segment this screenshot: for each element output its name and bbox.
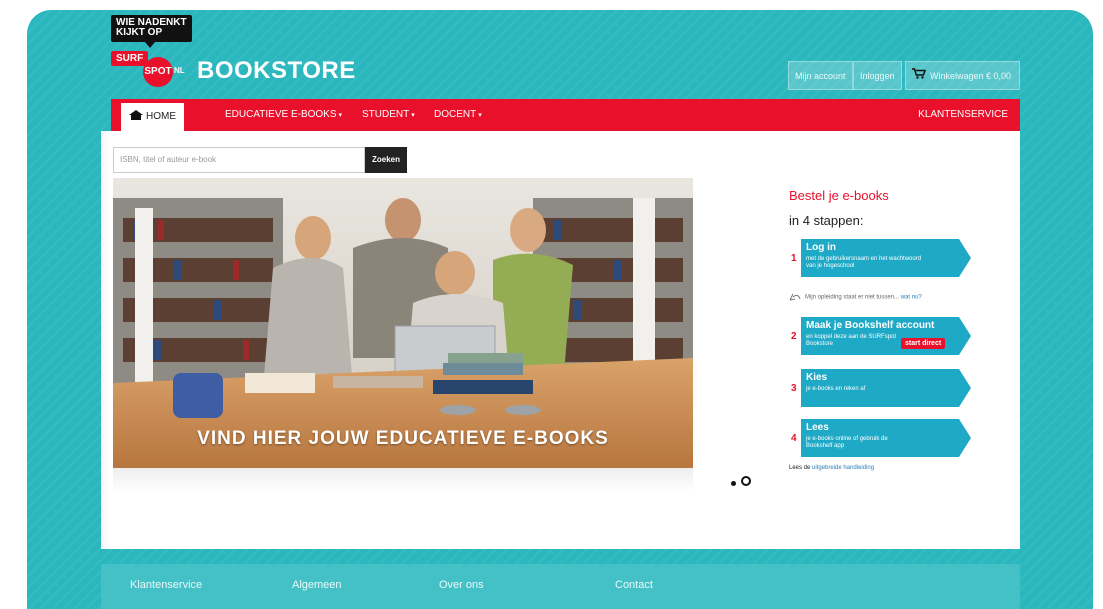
guide-link[interactable]: uitgebreide handleiding: [812, 465, 874, 471]
undo-arrow-icon: [789, 291, 801, 303]
page-frame: WIE NADENKT KIJKT OP SURF SPOT NL BOOKST…: [27, 10, 1093, 609]
step-title: Lees: [806, 422, 829, 433]
slogan-badge: WIE NADENKT KIJKT OP: [111, 15, 192, 48]
search-button[interactable]: Zoeken: [365, 147, 407, 173]
step-number: 3: [791, 383, 797, 394]
guide-text: Lees de: [789, 465, 811, 471]
carousel-dot-2[interactable]: [741, 476, 751, 486]
footer-link-algemeen[interactable]: Algemeen: [292, 579, 342, 591]
nav-home-tab[interactable]: HOME: [121, 103, 184, 131]
my-account-button[interactable]: Mijn account: [788, 61, 853, 90]
logo-surf[interactable]: SURF: [111, 51, 149, 66]
step-kies[interactable]: 3 Kies je e-books en reken af: [789, 369, 971, 407]
chevron-down-icon: ▾: [478, 112, 482, 119]
slogan-line-2: KIJKT OP: [116, 27, 163, 38]
step-bookshelf-account[interactable]: 2 Maak je Bookshelf account en koppel de…: [789, 317, 971, 355]
hero-title: VIND HIER JOUW EDUCATIEVE E-BOOKS: [197, 428, 609, 449]
hero-image: [113, 178, 693, 468]
logo-nl: NL: [174, 66, 185, 75]
chevron-down-icon: ▾: [338, 112, 343, 119]
note-text: Mijn opleiding staat er niet tussen...: [805, 294, 900, 301]
step-number: 1: [791, 253, 797, 264]
content-shadow: [101, 131, 111, 549]
main-content: ISBN, titel of auteur e-book Zoeken VIND…: [101, 131, 1020, 549]
step-number: 2: [791, 331, 797, 342]
cart-button[interactable]: Winkelwagen € 0,00: [905, 61, 1020, 90]
brand-title[interactable]: BOOKSTORE: [197, 57, 356, 85]
search-input[interactable]: ISBN, titel of auteur e-book: [113, 147, 365, 173]
step-description: en koppel deze aan de SURFspot Bookstore: [806, 334, 897, 347]
nav-student-label: STUDENT: [362, 109, 410, 120]
cart-icon: [912, 62, 927, 91]
nav-docent[interactable]: DOCENT ▾: [434, 99, 482, 131]
logo-spot[interactable]: SPOT: [143, 57, 173, 87]
step-login[interactable]: 1 Log in met de gebruikersnaam en het wa…: [789, 239, 971, 277]
step-title: Log in: [806, 242, 836, 253]
steps-title: Bestel je e-books: [789, 188, 889, 203]
home-icon: [129, 104, 143, 132]
nav-educatieve-ebooks-label: EDUCATIEVE E-BOOKS: [225, 109, 337, 120]
hero-banner[interactable]: VIND HIER JOUW EDUCATIEVE E-BOOKS: [113, 178, 693, 468]
footer-link-contact[interactable]: Contact: [615, 579, 653, 591]
footer-link-over-ons[interactable]: Over ons: [439, 579, 484, 591]
steps-subtitle: in 4 stappen:: [789, 213, 864, 228]
nav-educatieve-ebooks[interactable]: EDUCATIEVE E-BOOKS ▾: [225, 99, 342, 131]
step-title: Kies: [806, 372, 828, 383]
step-description: je e-books online of gebruik de Bookshel…: [806, 436, 888, 449]
nav-docent-label: DOCENT: [434, 109, 477, 120]
chevron-down-icon: ▾: [411, 112, 415, 119]
footer: Klantenservice Algemeen Over ons Contact: [101, 564, 1020, 609]
hero-reflection: [113, 468, 693, 492]
step-lees[interactable]: 4 Lees je e-books online of gebruik de B…: [789, 419, 971, 457]
guide-note: Lees de uitgebreide handleiding: [789, 465, 874, 471]
login-button[interactable]: Inloggen: [853, 61, 902, 90]
main-nav: HOME EDUCATIEVE E-BOOKS ▾ STUDENT ▾ DOCENT…: [111, 99, 1020, 131]
step-description: je e-books en reken af: [806, 386, 866, 392]
nav-klantenservice[interactable]: KLANTENSERVICE: [918, 99, 1008, 131]
carousel-dot-1[interactable]: [731, 481, 736, 486]
cart-label: Winkelwagen € 0,00: [930, 71, 1012, 81]
step-number: 4: [791, 433, 797, 444]
step-title: Maak je Bookshelf account: [806, 320, 935, 331]
nav-student[interactable]: STUDENT ▾: [362, 99, 415, 131]
note-link[interactable]: wat nu?: [901, 295, 922, 301]
step-description: met de gebruikersnaam en het wachtwoord …: [806, 256, 922, 269]
footer-link-klantenservice[interactable]: Klantenservice: [130, 579, 202, 591]
start-direct-button[interactable]: start direct: [901, 338, 946, 349]
program-missing-note: Mijn opleiding staat er niet tussen... w…: [789, 291, 922, 303]
nav-home-label: HOME: [146, 111, 176, 122]
